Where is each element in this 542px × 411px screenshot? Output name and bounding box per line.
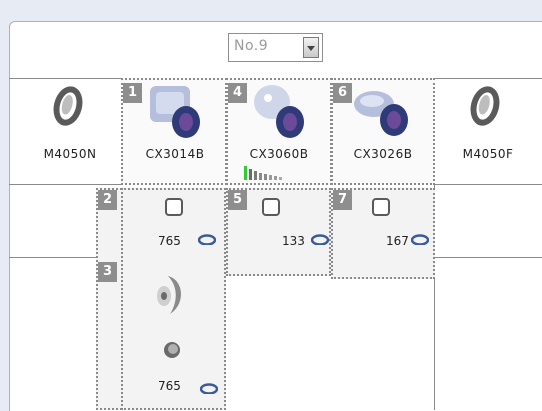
ring-icon <box>198 234 216 245</box>
camera-module-icon <box>354 91 408 136</box>
dropdown-arrow-icon[interactable] <box>303 37 319 58</box>
slot-number-badge: 2 <box>98 190 117 210</box>
slot-number-badge: 4 <box>228 83 247 103</box>
slot-number-badge: 5 <box>228 190 247 210</box>
slot-count: 167 <box>386 234 409 248</box>
slot-count: 765 <box>158 234 181 248</box>
empty-slot-icon <box>165 198 183 216</box>
lens-ring-icon <box>470 86 500 126</box>
slot-number-badge: 1 <box>123 83 142 103</box>
camera-module-icon <box>254 85 304 138</box>
ring-icon <box>411 234 429 245</box>
column-label: M4050N <box>43 147 97 161</box>
empty-slot-icon <box>262 198 280 216</box>
ring-icon <box>200 383 218 394</box>
slot-number-badge: 6 <box>333 83 352 103</box>
number-dropdown[interactable]: No.9 <box>228 33 323 62</box>
dropdown-value: No.9 <box>234 38 269 54</box>
camera-module-icon <box>150 86 200 138</box>
column-label: CX3026B <box>353 147 413 161</box>
empty-slot-icon <box>372 198 390 216</box>
column-label: CX3060B <box>249 147 309 161</box>
column-label: M4050F <box>462 147 514 161</box>
lens-side-icon <box>157 276 182 314</box>
slot-number-badge: 3 <box>98 262 117 282</box>
lens-dot-icon <box>164 342 180 358</box>
column-label: CX3014B <box>145 147 205 161</box>
ring-icon <box>311 234 329 245</box>
signal-level-icon <box>244 166 282 180</box>
slot-count: 765 <box>158 379 181 393</box>
lens-ring-icon <box>53 86 83 126</box>
slot-count: 133 <box>282 234 305 248</box>
slot-number-badge: 7 <box>333 190 352 210</box>
